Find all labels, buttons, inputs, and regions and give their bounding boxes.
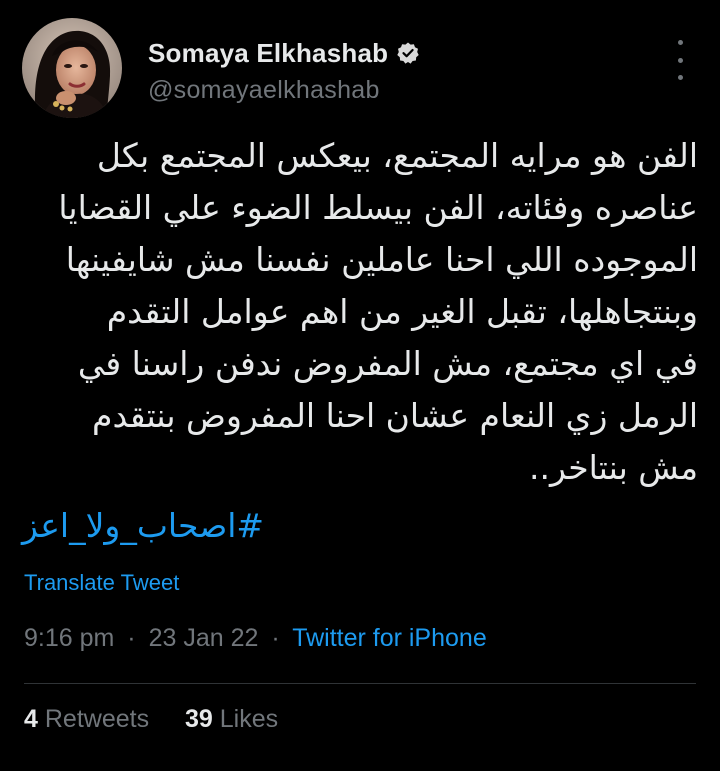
likes-stat[interactable]: 39 Likes	[185, 705, 278, 733]
user-handle[interactable]: @somayaelkhashab	[148, 76, 420, 105]
tweet-line: عناصره وفئاته، الفن بيسلط الضوء علي القض…	[58, 188, 698, 227]
separator: ·	[127, 624, 136, 652]
separator: ·	[271, 624, 280, 652]
tweet-line: الرمل زي النعام عشان احنا المفروض بنتقدم	[92, 396, 698, 435]
likes-count: 39	[184, 705, 213, 733]
dot	[677, 57, 683, 63]
retweets-label: Retweets	[44, 705, 150, 733]
tweet-source-link[interactable]: Twitter for iPhone	[292, 624, 487, 652]
display-name[interactable]: Somaya Elkhashab	[148, 38, 388, 69]
avatar-image	[22, 18, 122, 118]
tweet-text: الفن هو مرايه المجتمع، بيعكس المجتمع بكل…	[18, 130, 698, 494]
dot	[677, 40, 683, 45]
retweets-stat[interactable]: 4 Retweets	[24, 705, 156, 733]
tweet-line: وبنتجاهلها، تقبل الغير من اهم عوامل التق…	[106, 292, 698, 331]
tweet-line: الموجوده اللي احنا عاملين نفسنا مش شايفي…	[65, 240, 698, 279]
tweet-time[interactable]: 9:16 pm	[24, 624, 114, 652]
tweet-stats: 4 Retweets 39 Likes	[24, 705, 278, 734]
divider	[24, 683, 696, 684]
retweets-count: 4	[24, 705, 38, 733]
tweet-date[interactable]: 23 Jan 22	[149, 624, 259, 652]
name-row: Somaya Elkhashab	[148, 36, 420, 70]
author-info: Somaya Elkhashab @somayaelkhashab	[148, 36, 420, 105]
tweet-header: Somaya Elkhashab @somayaelkhashab	[22, 18, 702, 128]
avatar[interactable]	[22, 18, 122, 118]
tweet-metadata: 9:16 pm · 23 Jan 22 · Twitter for iPhone	[24, 624, 487, 653]
translate-tweet-link[interactable]: Translate Tweet	[24, 570, 179, 596]
tweet-line: الفن هو مرايه المجتمع، بيعكس المجتمع بكل	[96, 136, 698, 175]
hashtag-link[interactable]: #اصحاب_ولا_اعز	[22, 500, 264, 552]
verified-badge-icon	[396, 41, 420, 65]
tweet-line: مش بنتاخر..	[529, 448, 698, 487]
tweet-line: في اي مجتمع، مش المفروض ندفن راسنا في	[77, 344, 698, 383]
more-options-icon[interactable]	[668, 40, 692, 80]
likes-label: Likes	[219, 705, 279, 733]
dot	[677, 75, 683, 80]
